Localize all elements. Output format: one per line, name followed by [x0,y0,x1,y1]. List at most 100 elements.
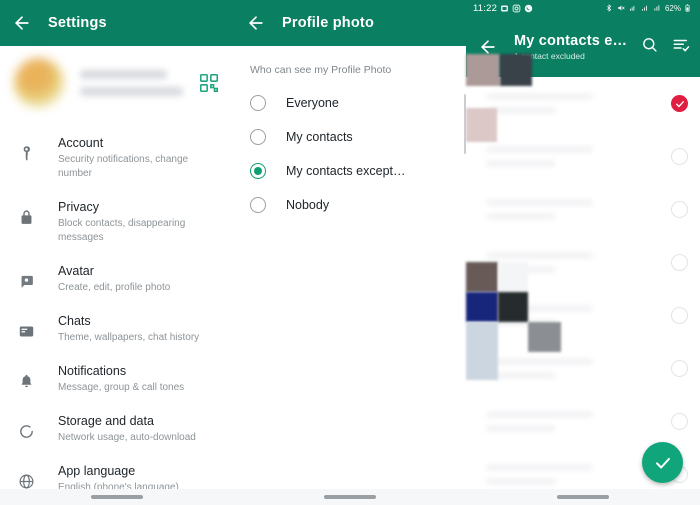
contact-name-redacted [486,411,593,418]
option-label: My contacts except… [286,164,406,178]
contact-status-redacted [486,266,556,273]
select-all-icon[interactable] [672,36,690,59]
radio-button-everyone[interactable] [250,95,266,111]
contact-row[interactable] [466,236,700,289]
contact-checkbox[interactable] [671,201,688,218]
bell-icon [14,369,38,393]
gesture-pill[interactable] [557,495,609,499]
contact-name-redacted [486,464,593,471]
contact-checkbox[interactable] [671,254,688,271]
contact-status-redacted [486,160,556,167]
sidebar-item-account[interactable]: Account Security notifications, change n… [0,126,234,190]
contact-text-redacted [486,93,671,114]
contact-row[interactable] [466,395,700,448]
gesture-pill[interactable] [91,495,143,499]
sidebar-item-notifications[interactable]: Notifications Message, group & call tone… [0,354,234,404]
sidebar-item-label: Account [58,135,220,151]
signal-icon [641,4,650,13]
option-my-contacts[interactable]: My contacts [234,120,466,154]
contact-name-redacted [486,252,593,259]
contact-row[interactable] [466,77,700,130]
avatar-icon [14,269,38,293]
contact-row[interactable] [466,183,700,236]
settings-list: Account Security notifications, change n… [0,120,234,505]
gesture-pill[interactable] [324,495,376,499]
back-arrow-icon[interactable] [244,11,268,35]
confirm-fab[interactable] [642,442,683,483]
screen: Settings [0,0,700,505]
whatsapp-icon [524,4,533,13]
contact-checkbox[interactable] [671,413,688,430]
sidebar-item-text: Chats Theme, wallpapers, chat history [58,313,220,345]
option-everyone[interactable]: Everyone [234,86,466,120]
contacts-title-wrap: My contacts except… 1 contact excluded [514,33,635,61]
profile-photo-panel: Profile photo Who can see my Profile Pho… [234,0,466,505]
sidebar-item-label: Privacy [58,199,220,215]
sidebar-item-text: Privacy Block contacts, disappearing mes… [58,199,220,245]
contacts-panel: 11:22 [466,0,700,505]
profile-row[interactable] [0,46,234,120]
radio-button-my-contacts-except[interactable] [250,163,266,179]
mute-icon [617,4,626,13]
instagram-icon [512,4,521,13]
contact-row[interactable] [466,289,700,342]
sidebar-item-storage-and-data[interactable]: Storage and data Network usage, auto-dow… [0,404,234,454]
contact-checkbox[interactable] [671,95,688,112]
battery-percent: 62% [665,4,681,13]
contact-text-redacted [486,411,671,432]
screenshot-icon [500,4,509,13]
contact-text-redacted [486,146,671,167]
option-nobody[interactable]: Nobody [234,188,466,222]
back-arrow-icon[interactable] [476,35,500,59]
option-label: Nobody [286,198,329,212]
contact-text-redacted [486,199,671,220]
nav-segment-3[interactable] [466,489,700,505]
sidebar-item-subtitle: Create, edit, profile photo [58,281,220,295]
nav-segment-2[interactable] [234,489,466,505]
option-my-contacts-except[interactable]: My contacts except… [234,154,466,188]
sidebar-item-avatar[interactable]: Avatar Create, edit, profile photo [0,254,234,304]
contacts-appbar: My contacts except… 1 contact excluded [466,17,700,77]
contact-status-redacted [486,425,556,432]
sidebar-item-text: Avatar Create, edit, profile photo [58,263,220,295]
sidebar-item-chats[interactable]: Chats Theme, wallpapers, chat history [0,304,234,354]
sidebar-item-label: Chats [58,313,220,329]
radio-button-my-contacts[interactable] [250,129,266,145]
contact-status-redacted [486,107,556,114]
excluded-count-label: 1 contact excluded [514,51,635,61]
status-bar: 11:22 [466,0,700,17]
search-icon[interactable] [641,36,658,58]
back-arrow-icon[interactable] [10,11,34,35]
nav-segment-1[interactable] [0,489,234,505]
contact-checkbox[interactable] [671,307,688,324]
contact-status-redacted [486,319,556,326]
settings-title-wrap: Settings [48,15,224,31]
contacts-list [466,77,700,505]
sidebar-item-privacy[interactable]: Privacy Block contacts, disappearing mes… [0,190,234,254]
wifi-icon [629,4,638,13]
contact-text-redacted [486,252,671,273]
contact-row[interactable] [466,342,700,395]
bluetooth-icon [605,4,614,13]
status-bar-clock: 11:22 [473,3,497,14]
sidebar-item-subtitle: Message, group & call tones [58,381,220,395]
contact-text-redacted [486,358,671,379]
qr-code-icon[interactable] [198,72,220,94]
signal2-icon [653,4,662,13]
settings-panel: Settings [0,0,234,505]
page-title: My contacts except… [514,33,635,49]
lock-icon [14,205,38,229]
option-label: My contacts [286,130,353,144]
contact-name-redacted [486,305,593,312]
radio-button-nobody[interactable] [250,197,266,213]
status-bar-right: 62% [605,4,693,13]
contact-checkbox[interactable] [671,360,688,377]
sidebar-item-label: Notifications [58,363,220,379]
sidebar-item-label: App language [58,463,220,479]
section-header: Who can see my Profile Photo [234,58,466,86]
contact-text-redacted [486,305,671,326]
contact-row[interactable] [466,130,700,183]
sidebar-item-subtitle: Block contacts, disappearing messages [58,217,220,245]
contact-checkbox[interactable] [671,148,688,165]
contacts-appbar-actions [641,36,690,59]
